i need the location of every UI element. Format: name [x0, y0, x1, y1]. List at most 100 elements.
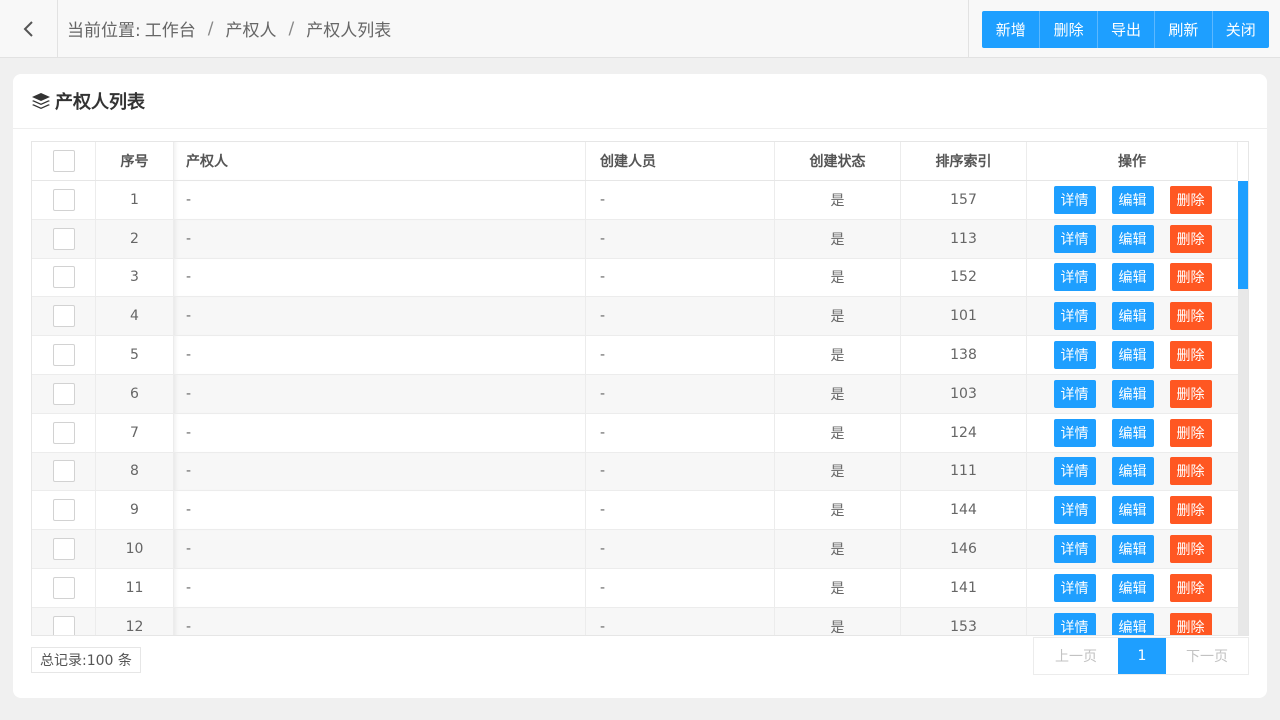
detail-button[interactable]: 详情: [1053, 457, 1096, 486]
row-actions: 详情 编辑 删除: [1027, 259, 1238, 297]
next-page-button[interactable]: 下一页: [1166, 638, 1248, 674]
row-delete-button[interactable]: 删除: [1169, 263, 1212, 292]
breadcrumb-item-owner[interactable]: 产权人: [225, 16, 276, 41]
detail-button[interactable]: 详情: [1053, 418, 1096, 447]
row-actions: 详情 编辑 删除: [1027, 530, 1238, 568]
row-checkbox[interactable]: [52, 266, 75, 289]
select-all-checkbox[interactable]: [52, 150, 75, 172]
row-checkbox-cell: [32, 491, 96, 530]
detail-button[interactable]: 详情: [1053, 379, 1096, 408]
breadcrumb-item-workbench[interactable]: 工作台: [145, 16, 196, 41]
row-creator: -: [586, 607, 775, 635]
edit-button[interactable]: 编辑: [1111, 302, 1154, 331]
row-status: 是: [775, 491, 901, 530]
row-owner: -: [174, 181, 586, 219]
layers-icon: [32, 93, 50, 109]
export-button[interactable]: 导出: [1096, 11, 1155, 48]
detail-button[interactable]: 详情: [1053, 302, 1096, 331]
row-creator: -: [586, 374, 775, 413]
row-index: 11: [96, 568, 174, 607]
pagination: 上一页 1 下一页: [1033, 637, 1249, 675]
row-delete-button[interactable]: 删除: [1169, 573, 1212, 602]
row-creator: -: [586, 452, 775, 491]
row-status: 是: [775, 374, 901, 413]
row-owner: -: [174, 491, 586, 530]
row-checkbox[interactable]: [52, 538, 75, 561]
row-checkbox[interactable]: [52, 421, 75, 444]
toolbar: 新增 删除 导出 刷新 关闭: [982, 11, 1269, 48]
edit-button[interactable]: 编辑: [1111, 496, 1154, 525]
edit-button[interactable]: 编辑: [1111, 612, 1154, 635]
row-status: 是: [775, 607, 901, 635]
table-row: 2 - - 是 113 详情 编辑 删除: [32, 219, 1238, 259]
refresh-button[interactable]: 刷新: [1154, 11, 1212, 48]
edit-button[interactable]: 编辑: [1111, 457, 1154, 486]
row-owner: -: [174, 297, 586, 336]
row-sort-index: 103: [901, 374, 1027, 413]
edit-button[interactable]: 编辑: [1111, 341, 1154, 370]
row-checkbox[interactable]: [52, 344, 75, 367]
back-button[interactable]: [0, 0, 58, 57]
detail-button[interactable]: 详情: [1053, 185, 1096, 214]
row-checkbox[interactable]: [52, 305, 75, 328]
column-header-ops: 操作: [1027, 142, 1238, 180]
row-checkbox[interactable]: [52, 382, 75, 405]
row-status: 是: [775, 258, 901, 297]
scrollbar-thumb[interactable]: [1238, 181, 1248, 289]
edit-button[interactable]: 编辑: [1111, 185, 1154, 214]
row-checkbox[interactable]: [52, 460, 75, 483]
page-button-current[interactable]: 1: [1118, 638, 1166, 674]
detail-button[interactable]: 详情: [1053, 535, 1096, 564]
row-checkbox[interactable]: [52, 227, 75, 250]
table-row: 11 - - 是 141 详情 编辑 删除: [32, 568, 1238, 608]
prev-page-button[interactable]: 上一页: [1034, 638, 1118, 674]
vertical-scrollbar[interactable]: [1238, 181, 1248, 635]
detail-button[interactable]: 详情: [1053, 496, 1096, 525]
row-checkbox[interactable]: [52, 188, 75, 211]
row-creator: -: [586, 413, 775, 452]
row-sort-index: 152: [901, 258, 1027, 297]
row-creator: -: [586, 297, 775, 336]
row-delete-button[interactable]: 删除: [1169, 185, 1212, 214]
row-checkbox-cell: [32, 530, 96, 568]
row-checkbox[interactable]: [52, 576, 75, 599]
row-delete-button[interactable]: 删除: [1169, 224, 1212, 253]
detail-button[interactable]: 详情: [1053, 224, 1096, 253]
edit-button[interactable]: 编辑: [1111, 379, 1154, 408]
top-bar: 当前位置: 工作台 / 产权人 / 产权人列表 新增 删除 导出 刷新 关闭: [0, 0, 1280, 58]
row-status: 是: [775, 530, 901, 568]
row-actions: 详情 编辑 删除: [1027, 220, 1238, 258]
row-actions: 详情 编辑 删除: [1027, 608, 1238, 635]
edit-button[interactable]: 编辑: [1111, 535, 1154, 564]
edit-button[interactable]: 编辑: [1111, 573, 1154, 602]
row-delete-button[interactable]: 删除: [1169, 612, 1212, 635]
row-checkbox[interactable]: [52, 615, 75, 635]
table-row: 12 - - 是 153 详情 编辑 删除: [32, 607, 1238, 635]
row-checkbox[interactable]: [52, 499, 75, 522]
edit-button[interactable]: 编辑: [1111, 418, 1154, 447]
edit-button[interactable]: 编辑: [1111, 224, 1154, 253]
row-index: 1: [96, 181, 174, 219]
row-owner: -: [174, 413, 586, 452]
row-actions: 详情 编辑 删除: [1027, 414, 1238, 452]
card-title: 产权人列表: [55, 92, 145, 113]
row-creator: -: [586, 530, 775, 568]
table-row: 8 - - 是 111 详情 编辑 删除: [32, 452, 1238, 492]
chevron-left-icon: [23, 20, 33, 37]
detail-button[interactable]: 详情: [1053, 341, 1096, 370]
row-delete-button[interactable]: 删除: [1169, 535, 1212, 564]
edit-button[interactable]: 编辑: [1111, 263, 1154, 292]
row-delete-button[interactable]: 删除: [1169, 379, 1212, 408]
detail-button[interactable]: 详情: [1053, 573, 1096, 602]
close-button[interactable]: 关闭: [1211, 11, 1269, 48]
row-delete-button[interactable]: 删除: [1169, 496, 1212, 525]
add-button[interactable]: 新增: [982, 11, 1040, 48]
row-index: 8: [96, 452, 174, 491]
row-delete-button[interactable]: 删除: [1169, 302, 1212, 331]
detail-button[interactable]: 详情: [1053, 263, 1096, 292]
row-delete-button[interactable]: 删除: [1169, 341, 1212, 370]
row-delete-button[interactable]: 删除: [1169, 457, 1212, 486]
row-delete-button[interactable]: 删除: [1169, 418, 1212, 447]
detail-button[interactable]: 详情: [1053, 612, 1096, 635]
delete-button[interactable]: 删除: [1039, 11, 1097, 48]
